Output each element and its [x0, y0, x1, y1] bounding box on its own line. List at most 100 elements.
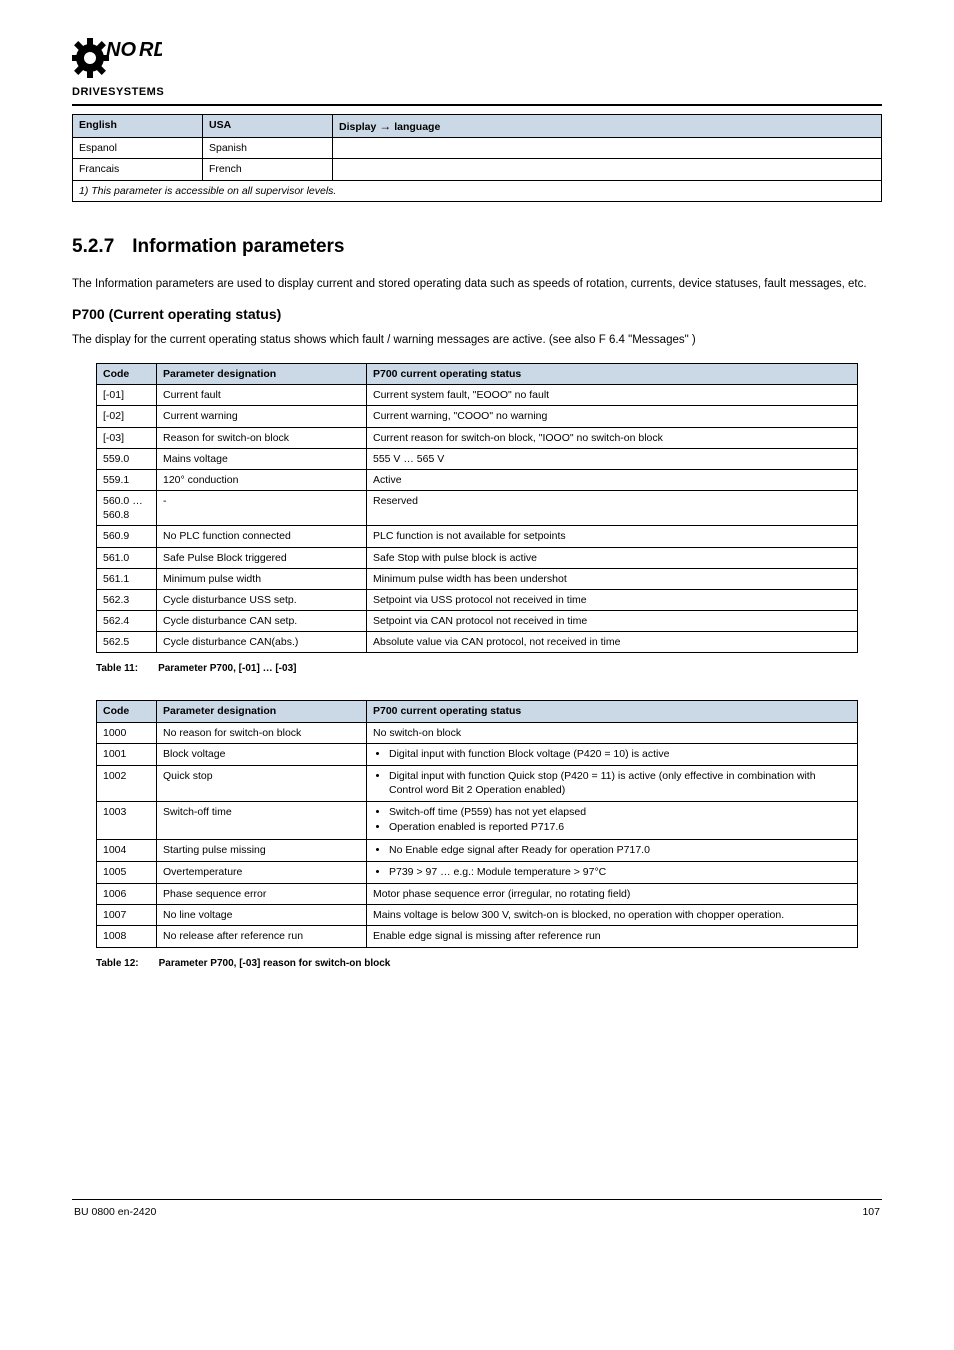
table-12-caption: Table 12: Parameter P700, [-03] reason f… — [96, 958, 882, 969]
th-p700: P700 current operating status — [367, 364, 858, 385]
cell: 562.4 — [97, 611, 157, 632]
cell: Mains voltage — [157, 448, 367, 469]
th-usa: USA — [203, 115, 333, 138]
cell: 1003 — [97, 802, 157, 839]
cell: Digital input with function Quick stop (… — [367, 765, 858, 801]
cell: Current warning — [157, 406, 367, 427]
cell: 1004 — [97, 839, 157, 861]
cell: 560.0 … 560.8 — [97, 491, 157, 526]
cell: Overtemperature — [157, 861, 367, 883]
section-title-text: Information parameters — [132, 236, 344, 258]
cell: Setpoint via USS protocol not received i… — [367, 589, 858, 610]
cell: No PLC function connected — [157, 526, 367, 547]
cell: PLC function is not available for setpoi… — [367, 526, 858, 547]
cell: [-03] — [97, 427, 157, 448]
th-english: English — [73, 115, 203, 138]
brand-subtitle: DRIVESYSTEMS — [72, 86, 882, 98]
footer-left: BU 0800 en-2420 — [74, 1206, 156, 1218]
cell: Current reason for switch-on block, "IOO… — [367, 427, 858, 448]
cell: Current fault — [157, 385, 367, 406]
p700-heading: P700 (Current operating status) — [72, 306, 882, 322]
cell: P739 > 97 … e.g.: Module temperature > 9… — [367, 861, 858, 883]
cell: 120° conduction — [157, 469, 367, 490]
cell: Switch-off time — [157, 802, 367, 839]
cell: 1006 — [97, 884, 157, 905]
footer-rule — [72, 1199, 882, 1200]
cell: Spanish — [203, 138, 333, 159]
cell: Minimum pulse width has been undershot — [367, 568, 858, 589]
svg-text:NO: NO — [106, 39, 136, 61]
table-footnote: 1) This parameter is accessible on all s… — [73, 180, 882, 201]
cell: Mains voltage is below 300 V, switch-on … — [367, 905, 858, 926]
cell: [-01] — [97, 385, 157, 406]
cell: 562.3 — [97, 589, 157, 610]
cell: Phase sequence error — [157, 884, 367, 905]
cell — [333, 138, 882, 159]
cell: Setpoint via CAN protocol not received i… — [367, 611, 858, 632]
th-p700: P700 current operating status — [367, 701, 858, 722]
cell: 1005 — [97, 861, 157, 883]
cell: [-02] — [97, 406, 157, 427]
cell: French — [203, 159, 333, 180]
cell: No Enable edge signal after Ready for op… — [367, 839, 858, 861]
cell: 559.1 — [97, 469, 157, 490]
cell: 1008 — [97, 926, 157, 947]
th-display-lang: Display → language — [333, 115, 882, 138]
cell: Active — [367, 469, 858, 490]
table-11-caption: Table 11: Parameter P700, [-01] … [-03] — [96, 663, 882, 674]
cell: No reason for switch-on block — [157, 722, 367, 743]
footer-page-number: 107 — [862, 1206, 880, 1218]
cell: Motor phase sequence error (irregular, n… — [367, 884, 858, 905]
cell: Espanol — [73, 138, 203, 159]
cell: Francais — [73, 159, 203, 180]
cell: 1007 — [97, 905, 157, 926]
cell: 562.5 — [97, 632, 157, 653]
section-number: 5.2.7 — [72, 236, 114, 258]
th-code: Code — [97, 701, 157, 722]
cell: 559.0 — [97, 448, 157, 469]
cell: Quick stop — [157, 765, 367, 801]
nord-logo: NO RD — [72, 32, 882, 84]
cell: Digital input with function Block voltag… — [367, 743, 858, 765]
cell: Cycle disturbance USS setp. — [157, 589, 367, 610]
cell: No line voltage — [157, 905, 367, 926]
cell: 555 V … 565 V — [367, 448, 858, 469]
page-footer: BU 0800 en-2420 107 — [72, 1206, 882, 1218]
cell: Cycle disturbance CAN(abs.) — [157, 632, 367, 653]
cell: Safe Stop with pulse block is active — [367, 547, 858, 568]
cell: Minimum pulse width — [157, 568, 367, 589]
language-table: English USA Display → language Espanol S… — [72, 114, 882, 202]
cell: No release after reference run — [157, 926, 367, 947]
cell: Reason for switch-on block — [157, 427, 367, 448]
cell: 560.9 — [97, 526, 157, 547]
cell: Starting pulse missing — [157, 839, 367, 861]
cell: Switch-off time (P559) has not yet elaps… — [367, 802, 858, 839]
th-param: Parameter designation — [157, 364, 367, 385]
arrow-right-icon: → — [379, 119, 391, 133]
section-heading: 5.2.7 Information parameters — [72, 236, 882, 258]
cell: Enable edge signal is missing after refe… — [367, 926, 858, 947]
cell: Absolute value via CAN protocol, not rec… — [367, 632, 858, 653]
cell: Current warning, "COOO" no warning — [367, 406, 858, 427]
cell: 561.0 — [97, 547, 157, 568]
cell: 561.1 — [97, 568, 157, 589]
cell: Current system fault, "EOOO" no fault — [367, 385, 858, 406]
cell: Safe Pulse Block triggered — [157, 547, 367, 568]
cell: 1000 — [97, 722, 157, 743]
header-rule — [72, 104, 882, 106]
cell — [333, 159, 882, 180]
th-code: Code — [97, 364, 157, 385]
cell: Block voltage — [157, 743, 367, 765]
p700-text: The display for the current operating st… — [72, 332, 882, 349]
cell: 1001 — [97, 743, 157, 765]
brand-logo: NO RD DRIVESYSTEMS — [72, 32, 882, 98]
p700-block-reason-table: Code Parameter designation P700 current … — [96, 700, 858, 947]
cell: No switch-on block — [367, 722, 858, 743]
svg-text:RD: RD — [139, 39, 162, 61]
th-param: Parameter designation — [157, 701, 367, 722]
cell: 1002 — [97, 765, 157, 801]
cell: Cycle disturbance CAN setp. — [157, 611, 367, 632]
p700-status-table: Code Parameter designation P700 current … — [96, 363, 858, 653]
cell: Reserved — [367, 491, 858, 526]
cell: - — [157, 491, 367, 526]
